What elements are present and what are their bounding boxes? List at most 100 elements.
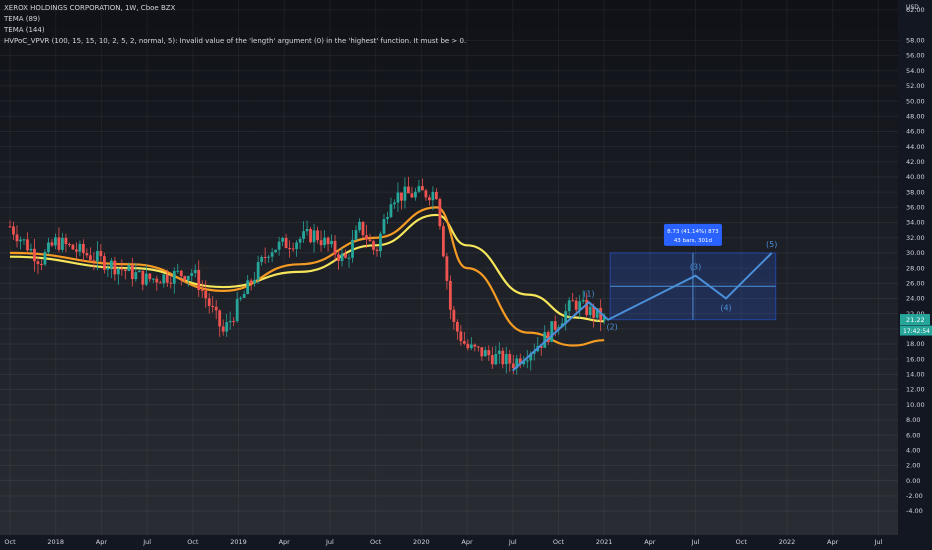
candle-body: [351, 239, 354, 258]
candle-body: [382, 219, 386, 234]
candle-body: [330, 240, 333, 245]
time-tick: Jul: [508, 538, 517, 546]
candle-body: [176, 270, 180, 272]
indicator-tema-89[interactable]: TEMA (89): [4, 14, 466, 25]
candle-body: [267, 256, 271, 258]
candle-body: [431, 191, 435, 201]
candle-body: [490, 355, 494, 365]
price-tick: 30.00: [906, 249, 925, 257]
price-tick: 36.00: [906, 204, 925, 212]
time-tick: Apr: [96, 538, 108, 546]
candle-body: [172, 270, 176, 284]
candle-body: [19, 239, 22, 242]
price-chart[interactable]: 8.73 (41.14%) 873 43 bars, 301d (1) (2) (3)…: [0, 0, 932, 550]
candle-body: [337, 254, 340, 261]
candle-body: [288, 248, 292, 250]
candle-body: [302, 231, 305, 239]
candle-body: [218, 310, 222, 327]
candle-body: [8, 226, 12, 228]
candle-body: [57, 237, 61, 250]
candle-body: [358, 221, 361, 231]
candle-body: [284, 237, 288, 249]
chart-legend: XEROX HOLDINGS CORPORATION, 1W, Cboe BZX…: [4, 3, 466, 47]
price-tick: 24.00: [906, 295, 925, 303]
candle-body: [158, 282, 162, 284]
time-tick: Jul: [142, 538, 151, 546]
candle-body: [424, 190, 428, 198]
price-tick: -2.00: [906, 492, 923, 500]
candle-body: [291, 248, 295, 250]
candle-body: [50, 242, 54, 246]
candle-body: [326, 237, 330, 245]
price-axis[interactable]: USD62.0058.0056.0054.0052.0050.0048.0046…: [898, 0, 932, 550]
time-tick: Apr: [461, 538, 473, 546]
candle-body: [109, 260, 113, 268]
candle-body: [372, 241, 375, 250]
candle-body: [487, 350, 491, 356]
candle-body: [144, 273, 148, 285]
candle-body: [403, 186, 407, 201]
candle-body: [204, 290, 208, 299]
candle-body: [22, 239, 26, 241]
candle-body: [281, 237, 285, 242]
candle-body: [501, 350, 505, 365]
chart-stage[interactable]: 8.73 (41.14%) 873 43 bars, 301d (1) (2) (3)…: [0, 0, 932, 550]
price-tick: 6.00: [906, 431, 920, 439]
candle-body: [323, 237, 326, 246]
price-tick: 2.00: [906, 462, 920, 470]
candle-body: [242, 294, 246, 298]
time-tick: Jul: [691, 538, 700, 546]
candle-body: [480, 347, 484, 357]
candle-body: [92, 260, 96, 262]
measure-label-change: 8.73 (41.14%) 873: [667, 229, 719, 235]
candle-body: [40, 264, 43, 266]
price-tick: 52.00: [906, 82, 925, 90]
candle-body: [249, 280, 253, 284]
time-tick: Oct: [370, 538, 382, 546]
candle-body: [179, 270, 183, 277]
price-tick: 26.00: [906, 279, 925, 287]
price-tick: 18.00: [906, 340, 925, 348]
time-tick: 2022: [779, 538, 796, 546]
candle-body: [473, 344, 477, 347]
price-tick: 38.00: [906, 188, 925, 196]
chart-background: [0, 0, 932, 550]
wave-label: (2): [606, 323, 617, 332]
candle-body: [134, 272, 138, 280]
time-tick: Apr: [827, 538, 839, 546]
countdown-value: 17:42:54: [903, 328, 930, 335]
price-tick: 50.00: [906, 97, 925, 105]
time-tick: Oct: [4, 538, 16, 546]
candle-body: [386, 217, 389, 220]
candle-body: [483, 350, 487, 357]
price-tick: 12.00: [906, 386, 925, 394]
candle-body: [340, 253, 344, 261]
time-tick: Apr: [279, 538, 291, 546]
symbol-title[interactable]: XEROX HOLDINGS CORPORATION, 1W, Cboe BZX: [4, 3, 466, 14]
price-tick: 8.00: [906, 416, 920, 424]
candle-body: [316, 230, 319, 241]
candle-body: [354, 230, 358, 240]
candle-body: [75, 249, 78, 252]
candle-body: [81, 243, 85, 254]
candle-body: [438, 199, 442, 227]
candle-body: [274, 249, 278, 253]
candle-body: [71, 244, 75, 250]
candle-body: [581, 299, 585, 302]
candle-body: [127, 265, 131, 271]
candle-body: [12, 226, 15, 235]
price-tick: 54.00: [906, 67, 925, 75]
time-axis[interactable]: Oct 2018 Apr Jul Oct 2019 Apr Jul Oct 2020 Apr Jul O…: [0, 535, 898, 550]
candle-body: [270, 252, 274, 257]
candle-body: [78, 243, 82, 252]
candle-body: [64, 237, 68, 245]
candle-body: [452, 309, 456, 322]
candle-body: [113, 260, 117, 275]
indicator-tema-144[interactable]: TEMA (144): [4, 25, 466, 36]
candle-body: [225, 322, 229, 332]
candle-body: [410, 193, 414, 198]
candle-body: [553, 321, 557, 330]
time-tick: 2018: [47, 538, 64, 546]
price-tick: 48.00: [906, 112, 925, 120]
candle-body: [54, 237, 57, 246]
